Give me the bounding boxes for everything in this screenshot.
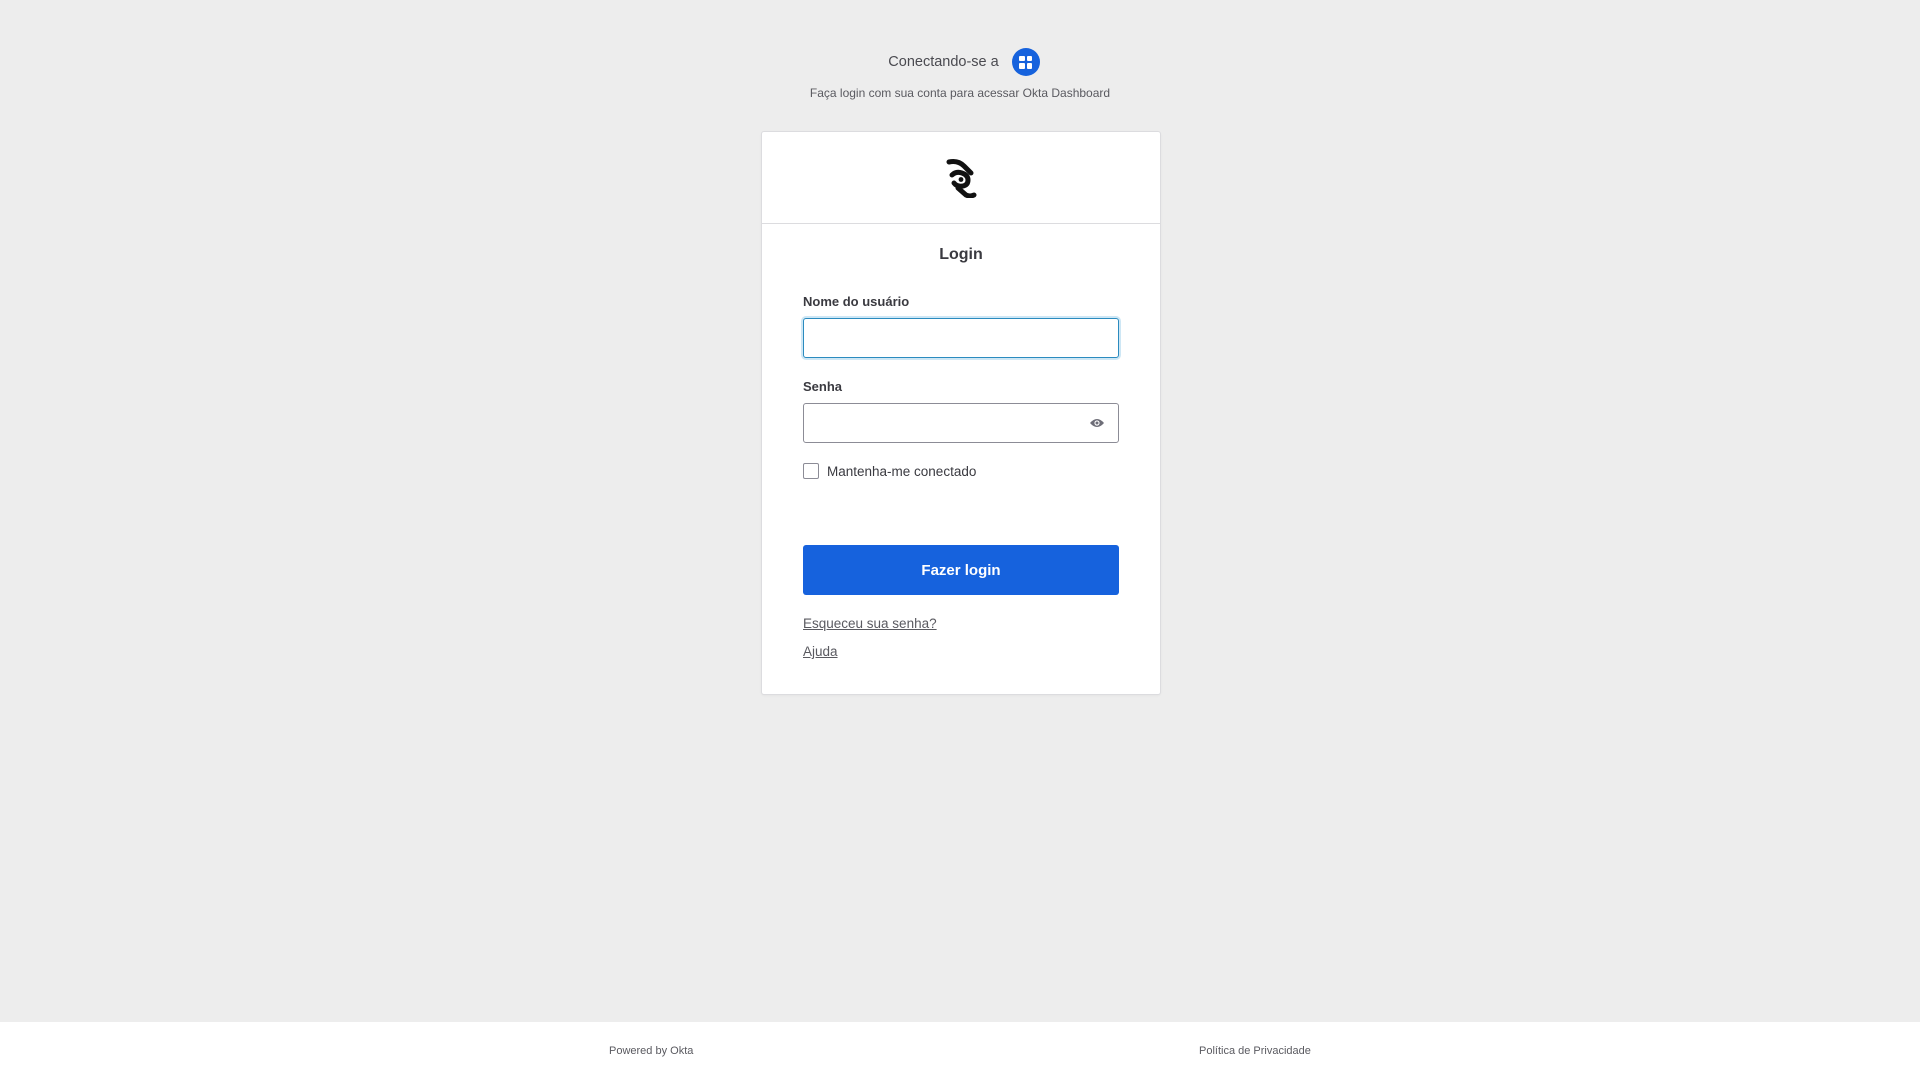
remember-me-checkbox[interactable] [803,463,819,479]
remember-me-label[interactable]: Mantenha-me conectado [827,464,976,479]
password-label: Senha [803,379,843,394]
grid-glyph [1019,55,1033,69]
help-link[interactable]: Ajuda [803,644,838,659]
login-card: Login Nome do usuário Senha Mantenha-me … [761,131,1161,695]
footer: Powered by Okta Política de Privacidade [0,1022,1920,1080]
connecting-header: Conectando-se a [0,48,1920,76]
username-label: Nome do usuário [803,294,910,309]
form-title: Login [939,246,983,263]
username-input[interactable] [803,318,1119,358]
forgot-password-link[interactable]: Esqueceu sua senha? [803,616,937,631]
org-logo-icon [946,158,977,198]
password-input[interactable] [803,403,1119,443]
privacy-policy-link[interactable]: Política de Privacidade [1199,1045,1311,1057]
app-grid-icon [1011,48,1040,76]
eye-glyph [1090,419,1104,427]
eye-icon[interactable] [1088,414,1106,432]
login-button[interactable]: Fazer login [803,545,1119,595]
powered-by-link[interactable]: Powered by Okta [609,1045,693,1057]
signin-subtitle: Faça login com sua conta para acessar Ok… [809,86,1111,100]
login-page: Conectando-se a Faça login com sua conta… [0,0,1920,1080]
connecting-text: Conectando-se a [888,54,999,70]
card-header [762,132,1160,224]
